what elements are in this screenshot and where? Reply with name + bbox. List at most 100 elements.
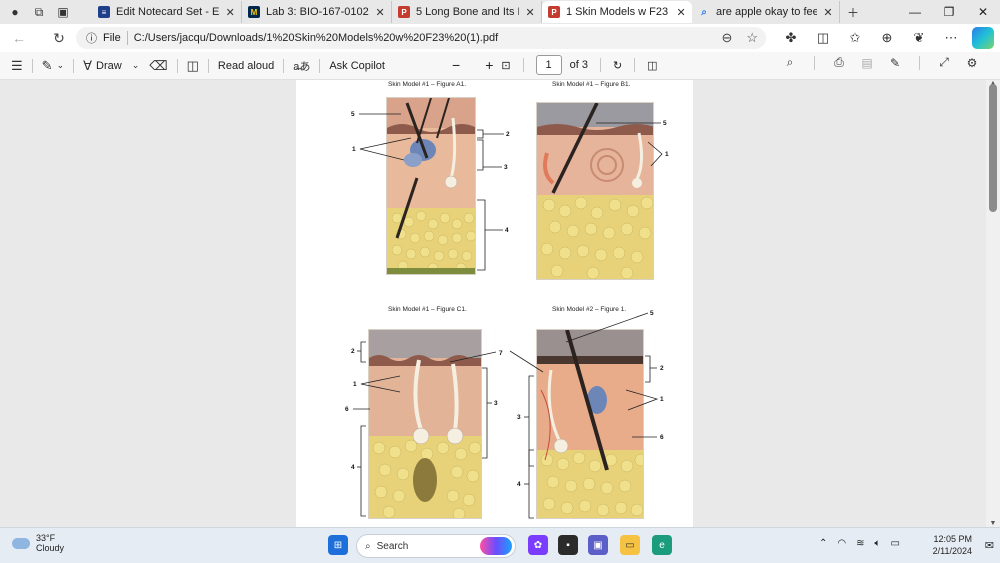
scroll-down-icon[interactable]: ▼ — [986, 520, 1000, 527]
pdf-toolbar: ☰ ✎ ⌄ ∀ Draw ⌄ ⌫ ◫ Read aloud a̶あ Ask Cop… — [0, 52, 1000, 80]
favorites-icon[interactable]: ✩ — [844, 27, 866, 49]
vertical-scrollbar[interactable]: ▲ ▼ — [986, 80, 1000, 527]
pen-icon: ∀ — [83, 57, 93, 73]
chevron-down-icon: ⌄ — [56, 60, 65, 70]
battery-icon[interactable]: ▭ — [891, 538, 900, 549]
page-view-icon: ◫ — [186, 57, 199, 73]
rotate-icon[interactable]: ↻ — [613, 59, 622, 72]
close-icon[interactable]: ✕ — [676, 6, 686, 19]
start-windows-icon[interactable]: ⊞ — [328, 535, 348, 555]
split-screen-icon[interactable]: ◫ — [812, 27, 834, 49]
bing-chat-icon[interactable] — [480, 537, 512, 555]
url-field[interactable]: ⓘ File C:/Users/jacqu/Downloads/1%20Skin… — [76, 27, 766, 49]
favorite-star-icon[interactable]: ☆ — [746, 30, 758, 46]
zoom-page-controls: − + ⊡ 1 of 3 ↻ ◫ — [452, 55, 658, 75]
divider — [176, 58, 178, 73]
pdf-icon: P — [548, 6, 560, 18]
tab-actions-icon[interactable]: ▣ — [56, 5, 70, 19]
fit-page-icon[interactable]: ⊡ — [501, 59, 510, 72]
profile-icon[interactable]: ● — [8, 5, 22, 19]
tab-long-bone[interactable]: P 5 Long Bone and Its Parts ✕ — [392, 1, 542, 23]
m-logo-icon: M — [248, 6, 260, 18]
draw-label: Draw — [96, 59, 122, 72]
scrollbar-thumb[interactable] — [989, 84, 997, 212]
close-icon[interactable]: ✕ — [226, 6, 235, 19]
url-text: C:/Users/jacqu/Downloads/1%20Skin%20Mode… — [133, 32, 499, 44]
page-number-input[interactable]: 1 — [535, 55, 562, 75]
zoom-out-icon[interactable]: − — [452, 57, 460, 73]
copilot-app-icon[interactable]: ✿ — [528, 535, 548, 555]
restore-icon[interactable]: ❐ — [932, 0, 966, 24]
refresh-icon[interactable]: ↻ — [46, 25, 72, 51]
close-icon[interactable]: ✕ — [525, 6, 535, 19]
highlighter-icon: ✎ — [41, 57, 53, 73]
notecard-icon: ≡ — [98, 6, 110, 18]
weather-widget[interactable]: 33°F Cloudy — [12, 533, 64, 553]
wifi-icon[interactable]: ≋ — [856, 538, 864, 549]
print-icon[interactable]: ⎙ — [831, 55, 847, 70]
zoom-in-icon[interactable]: + — [485, 57, 493, 73]
pdf-icon: P — [398, 6, 410, 18]
divider — [599, 58, 601, 72]
file-explorer-icon[interactable]: ▭ — [620, 535, 640, 555]
eraser-icon: ⌫ — [149, 57, 168, 73]
eraser-button[interactable]: ⌫ — [144, 55, 172, 77]
info-icon[interactable]: ⓘ — [86, 30, 97, 46]
divider — [73, 58, 75, 73]
chevron-up-icon[interactable]: ⌃ — [819, 538, 827, 549]
system-tray: ⌃ ◠ ≋ 🔈︎ ▭ — [819, 538, 900, 549]
tab-lab3[interactable]: M Lab 3: BIO-167-010203-H ✕ — [242, 1, 392, 23]
ask-copilot-button[interactable]: Ask Copilot — [324, 55, 390, 77]
time: 12:05 PM — [933, 534, 972, 544]
volume-icon[interactable]: 🔈︎ — [875, 538, 881, 549]
page-total: of 3 — [569, 59, 588, 71]
zoom-icon[interactable]: ⊖ — [721, 30, 732, 46]
task-view-icon[interactable]: ▪ — [558, 535, 578, 555]
taskbar: 33°F Cloudy ⊞ ⌕ Search ✿ ▪ ▣ ▭ e ⌃ ◠ ≋ 🔈… — [0, 527, 1000, 563]
browser-essentials-icon[interactable]: ❦ — [908, 27, 930, 49]
divider — [814, 55, 815, 70]
divider — [919, 55, 920, 70]
two-page-icon[interactable]: ◫ — [647, 59, 657, 72]
read-aloud-button[interactable]: Read aloud — [213, 55, 279, 77]
weather-desc: Cloudy — [36, 543, 65, 553]
extensions-icon[interactable]: ✤ — [780, 27, 802, 49]
view-button[interactable]: ◫ — [182, 55, 204, 77]
weather-temp: 33°F — [36, 533, 56, 543]
pdf-right-tools: ⌕ ⎙ ▤ ✎ ⤢ ⚙ — [782, 55, 980, 70]
draw-button[interactable]: ∀ Draw ⌄ — [78, 55, 144, 77]
workspaces-icon[interactable]: ⧉ — [32, 5, 46, 19]
notification-icon[interactable]: ✉ — [985, 539, 994, 552]
teams-icon[interactable]: ▣ — [588, 535, 608, 555]
back-icon[interactable]: ← — [6, 25, 32, 51]
close-icon[interactable]: ✕ — [823, 6, 833, 19]
date: 2/11/2024 — [932, 546, 972, 556]
search-icon[interactable]: ⌕ — [782, 55, 798, 70]
save-as-icon[interactable]: ✎ — [887, 56, 903, 70]
pdf-page: Skin Model #1 – Figure A1. 5 1 2 3 4 Ski… — [296, 80, 693, 527]
settings-icon[interactable]: ⚙ — [964, 56, 980, 70]
collections-icon[interactable]: ⊕ — [876, 27, 898, 49]
divider — [634, 58, 636, 72]
clock[interactable]: 12:05 PM 2/11/2024 — [933, 533, 972, 557]
more-menu-icon[interactable]: ⋯ — [940, 27, 962, 49]
divider — [522, 58, 524, 72]
tab-search-apple[interactable]: ⌕ are apple okay to feed to ✕ — [692, 1, 840, 23]
minimize-icon[interactable]: — — [898, 0, 932, 24]
search-icon: ⌕ — [701, 6, 707, 18]
network-icon[interactable]: ◠ — [837, 538, 846, 549]
search-icon: ⌕ — [365, 540, 371, 552]
copilot-icon[interactable] — [972, 27, 994, 49]
contents-button[interactable]: ☰ — [6, 55, 28, 77]
divider — [126, 31, 128, 45]
tab-skin-models[interactable]: P 1 Skin Models w F23 (1).p ✕ — [542, 1, 692, 23]
edge-browser-icon[interactable]: e — [652, 535, 672, 555]
close-icon[interactable]: ✕ — [375, 6, 385, 19]
close-window-icon[interactable]: ✕ — [966, 0, 1000, 24]
save-icon[interactable]: ▤ — [859, 56, 875, 70]
tab-notecard[interactable]: ≡ Edit Notecard Set - Easy N ✕ — [92, 1, 242, 23]
translate-button[interactable]: a̶あ — [288, 55, 315, 77]
fullscreen-icon[interactable]: ⤢ — [936, 55, 952, 70]
new-tab-icon[interactable]: ＋ — [846, 5, 860, 20]
highlight-button[interactable]: ✎ ⌄ — [37, 55, 69, 77]
